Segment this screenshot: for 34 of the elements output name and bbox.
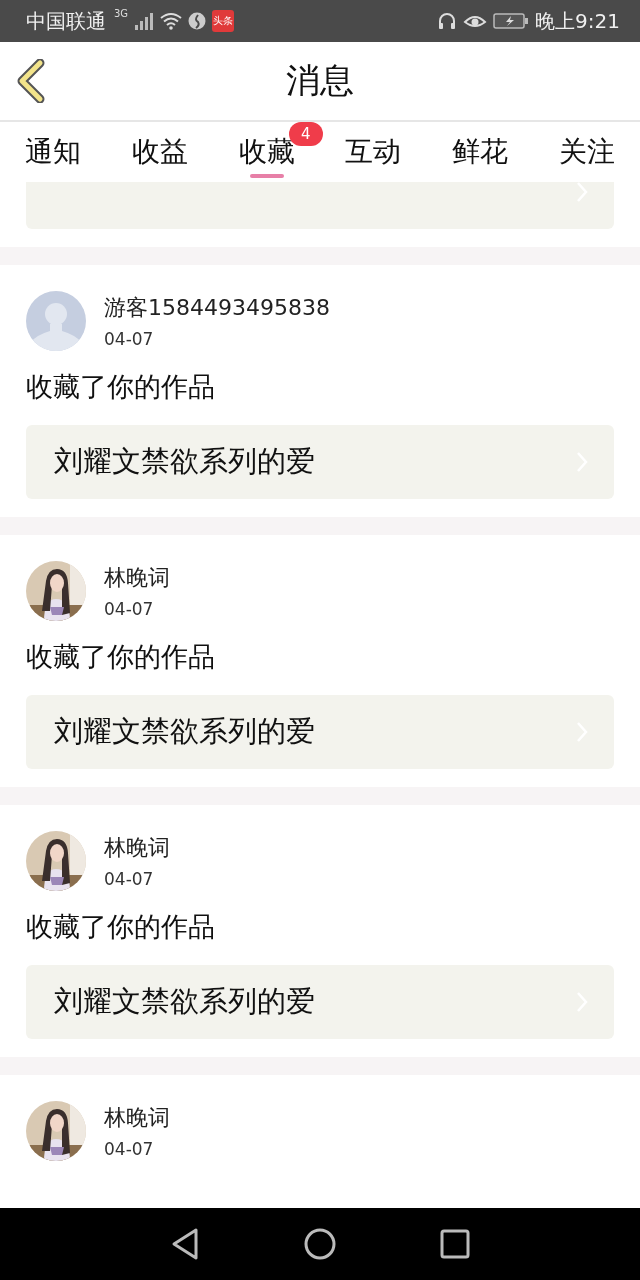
message-date: 04-07 bbox=[104, 1139, 155, 1159]
message-date: 04-07 bbox=[104, 329, 155, 349]
battery-icon bbox=[493, 12, 530, 30]
network-type: 3G bbox=[114, 8, 129, 19]
message-text: 收藏了你的作品 bbox=[26, 910, 216, 944]
user-name: 林晚词 bbox=[104, 1104, 170, 1132]
home-icon[interactable] bbox=[304, 1228, 336, 1260]
message-text: 收藏了你的作品 bbox=[26, 640, 216, 674]
tab[interactable]: 互动 bbox=[320, 122, 427, 182]
tab[interactable]: 关注 bbox=[533, 122, 640, 182]
tab[interactable]: 收益 bbox=[106, 122, 214, 182]
book-link[interactable]: 刘耀文禁欲系列的爱 bbox=[26, 425, 614, 499]
avatar-icon bbox=[26, 291, 86, 351]
message-text: 收藏了你的作品 bbox=[26, 370, 216, 404]
back-icon[interactable] bbox=[170, 1227, 200, 1261]
signal-icon bbox=[134, 12, 155, 30]
page-title: 消息 bbox=[286, 59, 354, 102]
recents-icon[interactable] bbox=[440, 1229, 470, 1259]
book-link[interactable]: 刘耀文禁欲系列的爱 bbox=[26, 965, 614, 1039]
user-name: 游客1584493495838 bbox=[104, 294, 330, 322]
book-link[interactable]: 刘耀文禁欲系列的爱 bbox=[26, 695, 614, 769]
back-button[interactable] bbox=[16, 59, 46, 103]
message-date: 04-07 bbox=[104, 599, 155, 619]
headphones-icon bbox=[437, 11, 458, 31]
globe-icon bbox=[188, 12, 207, 30]
clock-time: 晚上9:21 bbox=[535, 7, 620, 35]
user-name: 林晚词 bbox=[104, 564, 170, 592]
wifi-icon bbox=[160, 12, 183, 30]
tab[interactable]: 通知 bbox=[0, 122, 107, 182]
message-date: 04-07 bbox=[104, 869, 155, 889]
app-icon: 头条 bbox=[212, 10, 235, 32]
tab[interactable]: 鲜花 bbox=[426, 122, 534, 182]
carrier-name: 中国联通 bbox=[26, 7, 106, 35]
user-name: 林晚词 bbox=[104, 834, 170, 862]
